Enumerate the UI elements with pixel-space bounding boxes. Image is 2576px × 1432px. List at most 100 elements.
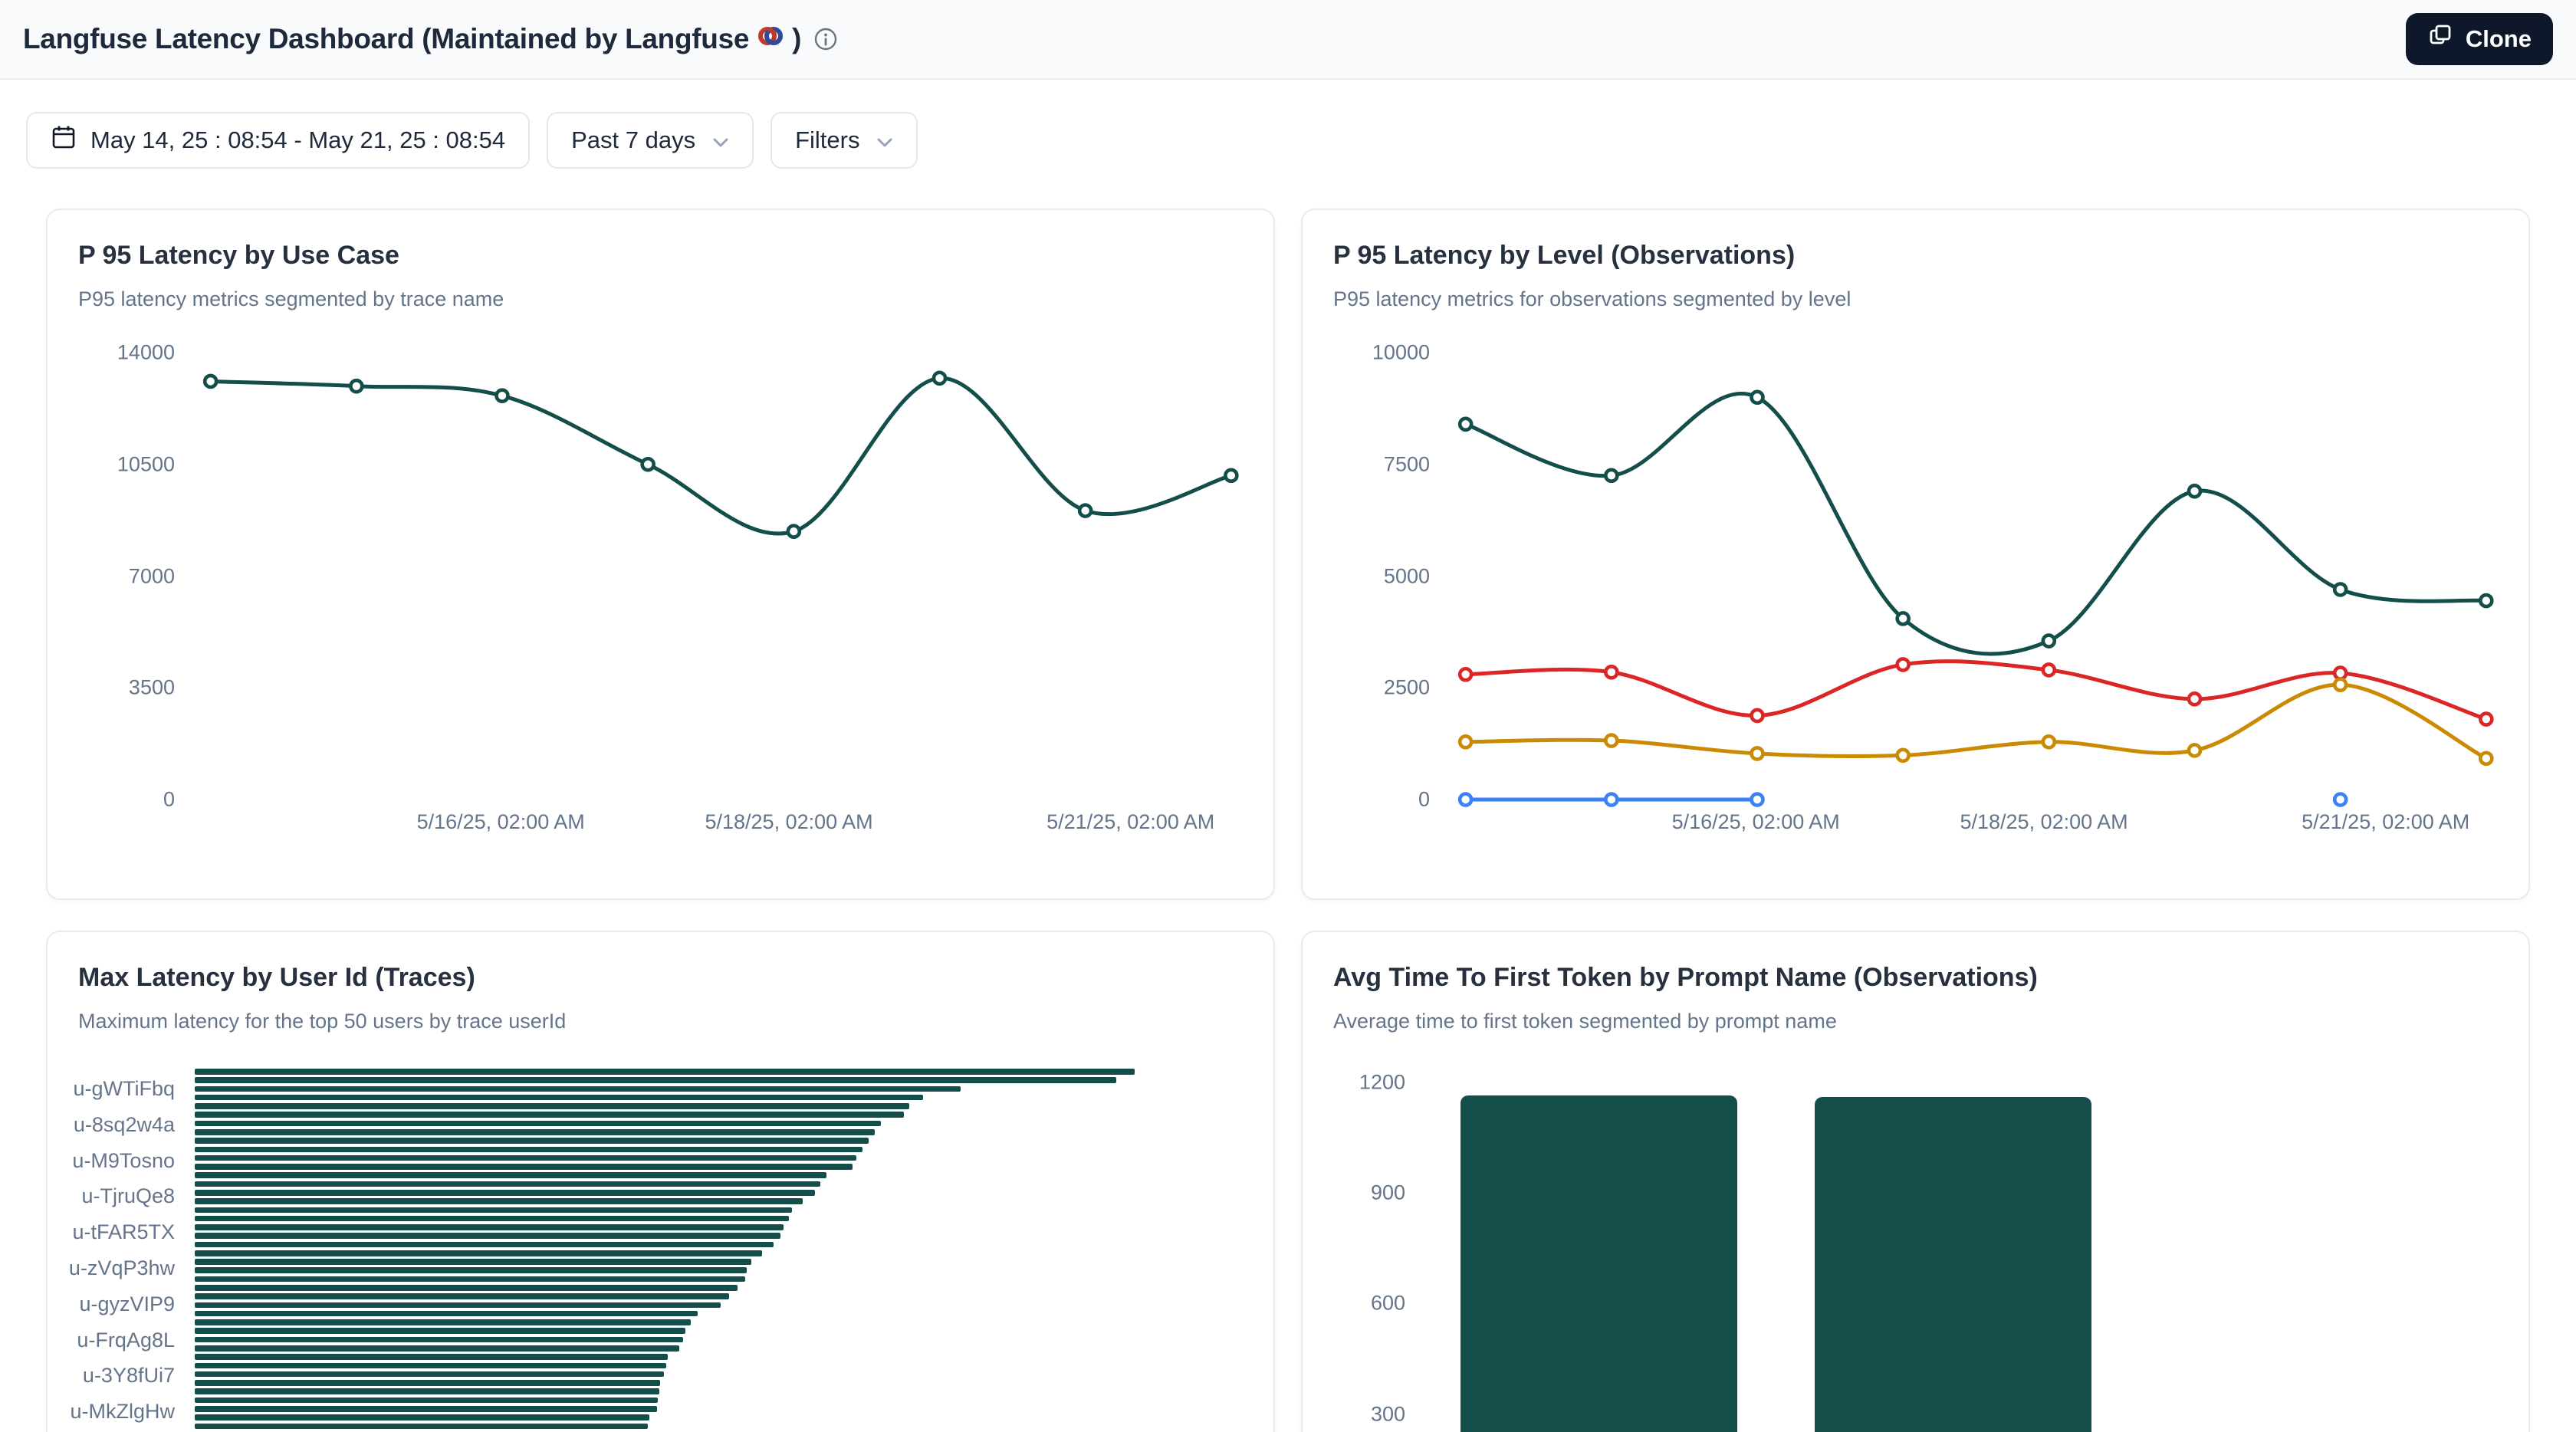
data-point (1605, 470, 1617, 481)
bar (195, 1086, 961, 1092)
data-point (2480, 714, 2492, 725)
chevron-down-icon (876, 126, 893, 154)
bar (195, 1242, 774, 1248)
clone-label: Clone (2466, 25, 2532, 53)
y-tick-label: 5000 (1384, 564, 1430, 588)
bar (1815, 1097, 2091, 1432)
bar (195, 1198, 803, 1204)
bar (195, 1138, 869, 1144)
preset-select[interactable]: Past 7 days (547, 112, 754, 169)
filters-label: Filters (795, 126, 859, 154)
x-tick-label: 5/21/25, 02:00 AM (2302, 810, 2469, 834)
bar (195, 1311, 698, 1317)
y-tick-label: 600 (1371, 1292, 1405, 1315)
info-icon[interactable] (813, 27, 838, 51)
plot-area: 5/16/25, 02:00 AM5/18/25, 02:00 AM5/21/2… (195, 353, 1243, 800)
chart-subtitle: Maximum latency for the top 50 users by … (78, 1010, 1243, 1033)
bar (195, 1363, 666, 1369)
user-id-label: u-TjruQe8 (81, 1184, 175, 1208)
user-id-label: u-MkZlgHw (70, 1399, 175, 1424)
bar (195, 1181, 820, 1187)
data-point (1898, 613, 1909, 624)
bar (195, 1398, 658, 1404)
title-wrap: Langfuse Latency Dashboard (Maintained b… (23, 22, 838, 57)
line-series-svg (195, 353, 1251, 800)
copy-icon (2427, 23, 2453, 55)
data-point (2334, 679, 2346, 691)
bar (195, 1207, 792, 1214)
user-id-label: u-zVqP3hw (69, 1256, 175, 1280)
data-point (2043, 636, 2055, 647)
toolbar: May 14, 25 : 08:54 - May 21, 25 : 08:54 … (26, 112, 2576, 169)
date-range-picker[interactable]: May 14, 25 : 08:54 - May 21, 25 : 08:54 (26, 112, 530, 169)
clone-button[interactable]: Clone (2406, 13, 2553, 65)
data-point (1605, 666, 1617, 678)
chart-title: P 95 Latency by Use Case (78, 241, 1243, 271)
page-title: Langfuse Latency Dashboard (Maintained b… (23, 22, 801, 57)
bar (195, 1250, 762, 1256)
chevron-down-icon (712, 126, 729, 154)
date-range-value: May 14, 25 : 08:54 - May 21, 25 : 08:54 (90, 126, 505, 154)
data-point (2480, 595, 2492, 606)
bar (195, 1345, 679, 1352)
data-point (205, 376, 216, 387)
data-point (788, 526, 800, 537)
user-id-label: u-M9Tosno (72, 1148, 175, 1173)
bar (195, 1103, 909, 1109)
bar (195, 1406, 657, 1412)
page-title-text: Langfuse Latency Dashboard (Maintained b… (23, 23, 749, 55)
line-series-green (1466, 393, 2486, 654)
line-chart-use-case: 03500700010500140005/16/25, 02:00 AM5/18… (78, 353, 1243, 800)
data-point (1079, 505, 1091, 517)
app-header: Langfuse Latency Dashboard (Maintained b… (0, 0, 2576, 80)
preset-value: Past 7 days (571, 126, 695, 154)
data-point (1460, 419, 1471, 430)
data-point (2189, 485, 2200, 497)
bar (1460, 1095, 1737, 1432)
bar (195, 1371, 664, 1378)
bar (195, 1328, 685, 1334)
card-p95-latency-level: P 95 Latency by Level (Observations) P95… (1301, 209, 2530, 900)
line-series-gold (1466, 685, 2486, 758)
bar (195, 1319, 691, 1325)
y-axis: 025005000750010000 (1333, 353, 1450, 800)
user-id-label: u-tFAR5TX (72, 1220, 175, 1244)
data-point (1751, 710, 1763, 721)
bar (195, 1164, 853, 1170)
chart-title: Max Latency by User Id (Traces) (78, 963, 1243, 993)
data-point (1225, 470, 1237, 481)
filters-button[interactable]: Filters (770, 112, 918, 169)
bar (195, 1077, 1116, 1083)
user-id-label: u-gWTiFbq (73, 1076, 175, 1101)
chart-title: Avg Time To First Token by Prompt Name (… (1333, 963, 2498, 993)
data-point (2189, 693, 2200, 705)
data-point (1751, 794, 1763, 806)
data-point (1898, 750, 1909, 761)
bar (195, 1095, 923, 1101)
bar (195, 1259, 751, 1265)
bar (195, 1147, 863, 1153)
user-id-label: u-3Y8fUi7 (83, 1363, 175, 1388)
bar (195, 1155, 856, 1161)
y-tick-label: 7500 (1384, 452, 1430, 476)
y-tick-label: 3500 (129, 676, 175, 700)
x-tick-label: 5/18/25, 02:00 AM (1960, 810, 2128, 834)
bars-area (195, 1069, 1243, 1432)
bar (195, 1121, 881, 1127)
chart-title: P 95 Latency by Level (Observations) (1333, 241, 2498, 271)
bar (195, 1172, 826, 1178)
bar (195, 1112, 904, 1118)
bar (195, 1224, 784, 1230)
y-tick-label: 2500 (1384, 676, 1430, 700)
y-tick-label: 300 (1371, 1402, 1405, 1426)
card-max-latency-user: Max Latency by User Id (Traces) Maximum … (46, 931, 1275, 1432)
card-p95-latency-use-case: P 95 Latency by Use Case P95 latency met… (46, 209, 1275, 900)
bar (195, 1354, 668, 1360)
y-axis: 0350070001050014000 (78, 353, 195, 800)
x-tick-label: 5/21/25, 02:00 AM (1046, 810, 1214, 834)
data-point (2334, 668, 2346, 679)
line-series-svg (1450, 353, 2506, 800)
data-point (2334, 583, 2346, 595)
data-point (496, 390, 508, 402)
data-point (2480, 753, 2492, 764)
